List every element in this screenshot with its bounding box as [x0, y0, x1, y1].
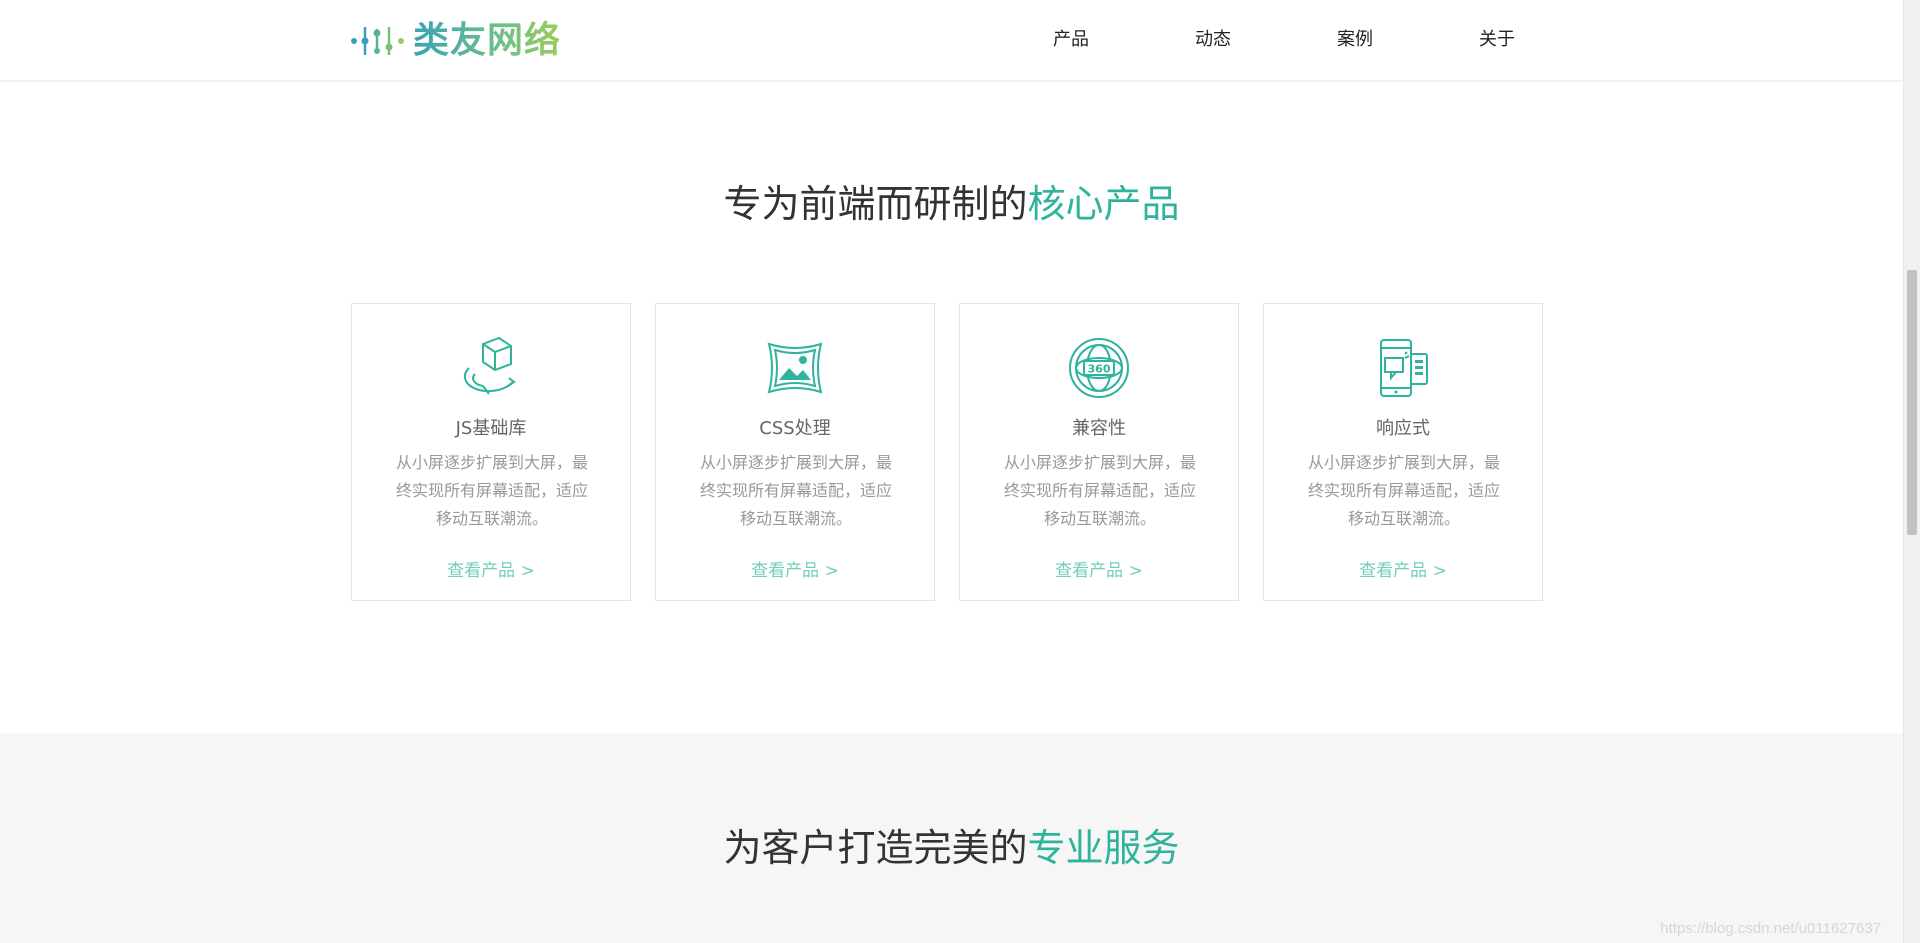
- services-title-accent: 专业服务: [1027, 826, 1180, 870]
- card-title: 兼容性: [1072, 418, 1126, 439]
- product-card-compat: 360 兼容性 从小屏逐步扩展到大屏，最终实现所有屏幕适配，适应移动互联潮流。 …: [959, 303, 1239, 601]
- view-product-link[interactable]: 查看产品 >: [656, 556, 934, 581]
- cube-rotate-icon: [457, 334, 525, 402]
- card-title: CSS处理: [759, 418, 831, 439]
- card-description: 从小屏逐步扩展到大屏，最终实现所有屏幕适配，适应移动互联潮流。: [395, 453, 588, 528]
- product-card-css: CSS处理 从小屏逐步扩展到大屏，最终实现所有屏幕适配，适应移动互联潮流。 查看…: [655, 303, 935, 601]
- view-product-link[interactable]: 查看产品 >: [960, 556, 1238, 581]
- card-description: 从小屏逐步扩展到大屏，最终实现所有屏幕适配，适应移动互联潮流。: [1003, 453, 1196, 528]
- product-cards: JS基础库 从小屏逐步扩展到大屏，最终实现所有屏幕适配，适应移动互联潮流。 查看…: [351, 303, 1543, 601]
- services-section-title: 为客户打造完美的专业服务: [0, 817, 1903, 872]
- products-section-title: 专为前端而研制的核心产品: [0, 173, 1903, 228]
- product-card-responsive: 响应式 从小屏逐步扩展到大屏，最终实现所有屏幕适配，适应移动互联潮流。 查看产品…: [1263, 303, 1543, 601]
- responsive-devices-icon: [1369, 334, 1437, 402]
- globe-360-icon: 360: [1065, 334, 1133, 402]
- nav-item-cases[interactable]: 案例: [1284, 0, 1426, 80]
- nav-item-products[interactable]: 产品: [1000, 0, 1142, 80]
- page: 类友网络 产品 动态 案例 关于 专为前端而研制的核心产品 JS基础库 从小屏逐…: [0, 0, 1920, 943]
- site-header: 类友网络 产品 动态 案例 关于: [0, 0, 1903, 81]
- logo-mark-icon: [351, 23, 405, 59]
- view-product-link[interactable]: 查看产品 >: [1264, 556, 1542, 581]
- services-section: 为客户打造完美的专业服务: [0, 733, 1903, 943]
- logo-text: 类友网络: [413, 20, 562, 61]
- products-title-accent: 核心产品: [1027, 182, 1180, 226]
- content-area: 类友网络 产品 动态 案例 关于 专为前端而研制的核心产品 JS基础库 从小屏逐…: [0, 0, 1903, 943]
- nav-item-news[interactable]: 动态: [1142, 0, 1284, 80]
- svg-text:360: 360: [1088, 363, 1111, 376]
- logo[interactable]: 类友网络: [351, 20, 561, 62]
- nav-item-about[interactable]: 关于: [1426, 0, 1568, 80]
- vertical-scrollbar[interactable]: [1903, 0, 1920, 943]
- products-title-plain: 专为前端而研制的: [723, 182, 1028, 226]
- card-description: 从小屏逐步扩展到大屏，最终实现所有屏幕适配，适应移动互联潮流。: [1307, 453, 1500, 528]
- scrollbar-thumb[interactable]: [1907, 270, 1917, 535]
- card-description: 从小屏逐步扩展到大屏，最终实现所有屏幕适配，适应移动互联潮流。: [699, 453, 892, 528]
- view-product-link[interactable]: 查看产品 >: [352, 556, 630, 581]
- card-title: 响应式: [1376, 418, 1430, 439]
- card-title: JS基础库: [455, 418, 527, 439]
- image-frame-icon: [761, 334, 829, 402]
- watermark: https://blog.csdn.net/u011627637: [1660, 920, 1881, 937]
- product-card-js: JS基础库 从小屏逐步扩展到大屏，最终实现所有屏幕适配，适应移动互联潮流。 查看…: [351, 303, 631, 601]
- services-title-plain: 为客户打造完美的: [723, 826, 1028, 870]
- products-section: 专为前端而研制的核心产品 JS基础库 从小屏逐步扩展到大屏，最终实现所有屏幕适配…: [0, 81, 1903, 733]
- main-nav: 产品 动态 案例 关于: [1000, 0, 1568, 80]
